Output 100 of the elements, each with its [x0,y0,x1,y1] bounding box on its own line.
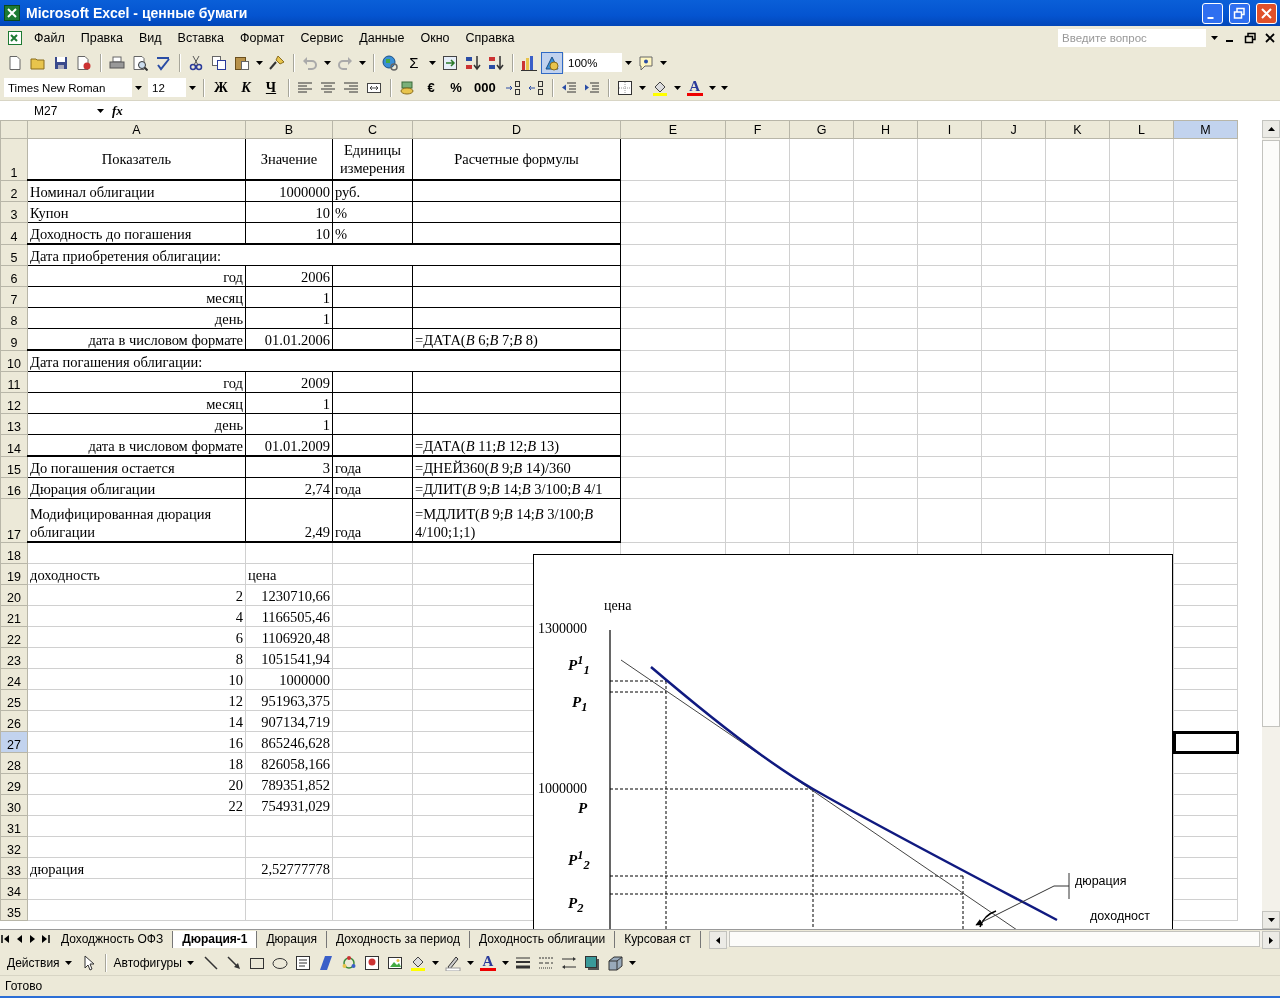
thousands-separator-button[interactable]: 000 [469,80,501,95]
row-header[interactable]: 33 [0,857,28,879]
row-header[interactable]: 4 [0,222,28,244]
font-color-button[interactable]: A [476,954,499,971]
row-header[interactable]: 35 [0,899,28,921]
row-header[interactable]: 10 [0,350,28,372]
scrollbar-thumb[interactable] [728,931,1260,947]
menu-item[interactable]: Окно [412,29,458,47]
column-header[interactable]: H [853,120,918,139]
row-header[interactable]: 2 [0,180,28,202]
row-header[interactable]: 18 [0,542,28,564]
table-cell: 20 [27,773,246,795]
row-header[interactable]: 31 [0,815,28,837]
row-header[interactable]: 6 [0,265,28,287]
row-header[interactable]: 16 [0,477,28,499]
column-header[interactable]: I [917,120,982,139]
table-cell: года [332,498,413,542]
scroll-left-button[interactable] [708,931,727,949]
autosum-button[interactable]: Σ [402,54,426,71]
table-cell: 2009 [245,371,333,393]
drawing-toggle-button[interactable] [541,51,563,74]
column-header[interactable]: B [245,120,333,139]
menu-item[interactable]: Справка [457,29,523,47]
column-header[interactable]: E [620,120,726,139]
help-search-field[interactable]: Введите вопрос [1058,29,1206,47]
zoom-field[interactable]: 100% [564,53,622,72]
row-header[interactable]: 30 [0,794,28,816]
menu-item[interactable]: Вид [130,29,170,47]
row-header[interactable]: 20 [0,584,28,606]
row-header[interactable]: 11 [0,371,28,393]
row-header[interactable]: 13 [0,413,28,435]
row-header[interactable]: 32 [0,836,28,858]
close-icon[interactable] [1263,31,1277,45]
row-header[interactable]: 9 [0,328,28,350]
axis-title: цена [604,598,632,614]
row-header[interactable]: 23 [0,647,28,669]
actions-menu-button[interactable]: Действия [4,951,77,974]
row-header[interactable]: 1 [0,138,28,180]
underline-button[interactable]: Ч [259,79,283,96]
row-header[interactable]: 3 [0,201,28,223]
row-header[interactable]: 5 [0,244,28,266]
row-header[interactable]: 25 [0,689,28,711]
menu-item[interactable]: Сервис [292,29,352,47]
column-header[interactable]: D [412,120,621,139]
column-header[interactable]: A [27,120,246,139]
minimize-button[interactable] [1202,2,1223,24]
column-header[interactable]: F [725,120,790,139]
scroll-right-button[interactable] [1262,931,1280,949]
row-header[interactable]: 19 [0,563,28,585]
restore-button[interactable] [1229,2,1250,24]
row-header[interactable]: 15 [0,456,28,478]
menu-item[interactable]: Данные [351,29,413,47]
price-label: P$_{2}$ [568,895,584,916]
row-header[interactable]: 7 [0,286,28,308]
restore-icon [1233,6,1246,20]
euro-button[interactable]: € [419,80,443,95]
scroll-down-button[interactable] [1262,911,1280,929]
table-cell: 1 [245,392,333,414]
column-header[interactable]: C [332,120,413,139]
last-sheet-icon[interactable] [39,934,52,944]
column-header[interactable]: J [981,120,1046,139]
column-header[interactable]: L [1109,120,1174,139]
table-cell: 6 [27,626,246,648]
row-header[interactable]: 24 [0,668,28,690]
column-header[interactable]: G [789,120,854,139]
menu-item[interactable]: Правка [72,29,131,47]
table-cell: 10 [245,201,333,223]
row-header[interactable]: 14 [0,434,28,456]
font-size-field[interactable]: 12 [148,78,186,97]
italic-button[interactable]: К [234,79,258,96]
row-header[interactable]: 26 [0,710,28,732]
row-header[interactable]: 28 [0,752,28,774]
close-button[interactable] [1256,2,1277,24]
row-header[interactable]: 12 [0,392,28,414]
table-cell: Дюрация облигации [27,477,246,499]
font-color-button[interactable]: A [683,79,706,96]
row-header[interactable]: 29 [0,773,28,795]
menu-item[interactable]: Формат [232,29,293,47]
restore-icon[interactable] [1243,31,1257,45]
row-header[interactable]: 17 [0,498,28,542]
row-header[interactable]: 34 [0,878,28,900]
scroll-up-button[interactable] [1262,120,1280,138]
table-cell: год [27,371,246,393]
font-name-field[interactable]: Times New Roman [4,78,132,97]
row-header[interactable]: 22 [0,626,28,648]
name-box[interactable]: M27 [0,102,95,119]
row-header[interactable]: 27 [0,731,28,753]
active-cell[interactable] [1173,731,1238,753]
menu-item[interactable]: Файл [26,29,73,47]
bold-button[interactable]: Ж [209,79,233,96]
row-header[interactable]: 21 [0,605,28,627]
sheet-tab[interactable]: Дюрация-1 [173,930,258,948]
percent-button[interactable]: % [444,80,468,95]
column-header[interactable]: K [1045,120,1110,139]
autoshapes-menu-button[interactable]: Автофигуры [110,951,199,974]
insert-function-button[interactable]: fx [112,102,123,119]
menu-item[interactable]: Вставка [169,29,233,47]
column-header[interactable]: M [1173,120,1238,139]
scrollbar-thumb[interactable] [1262,140,1280,727]
row-header[interactable]: 8 [0,307,28,329]
